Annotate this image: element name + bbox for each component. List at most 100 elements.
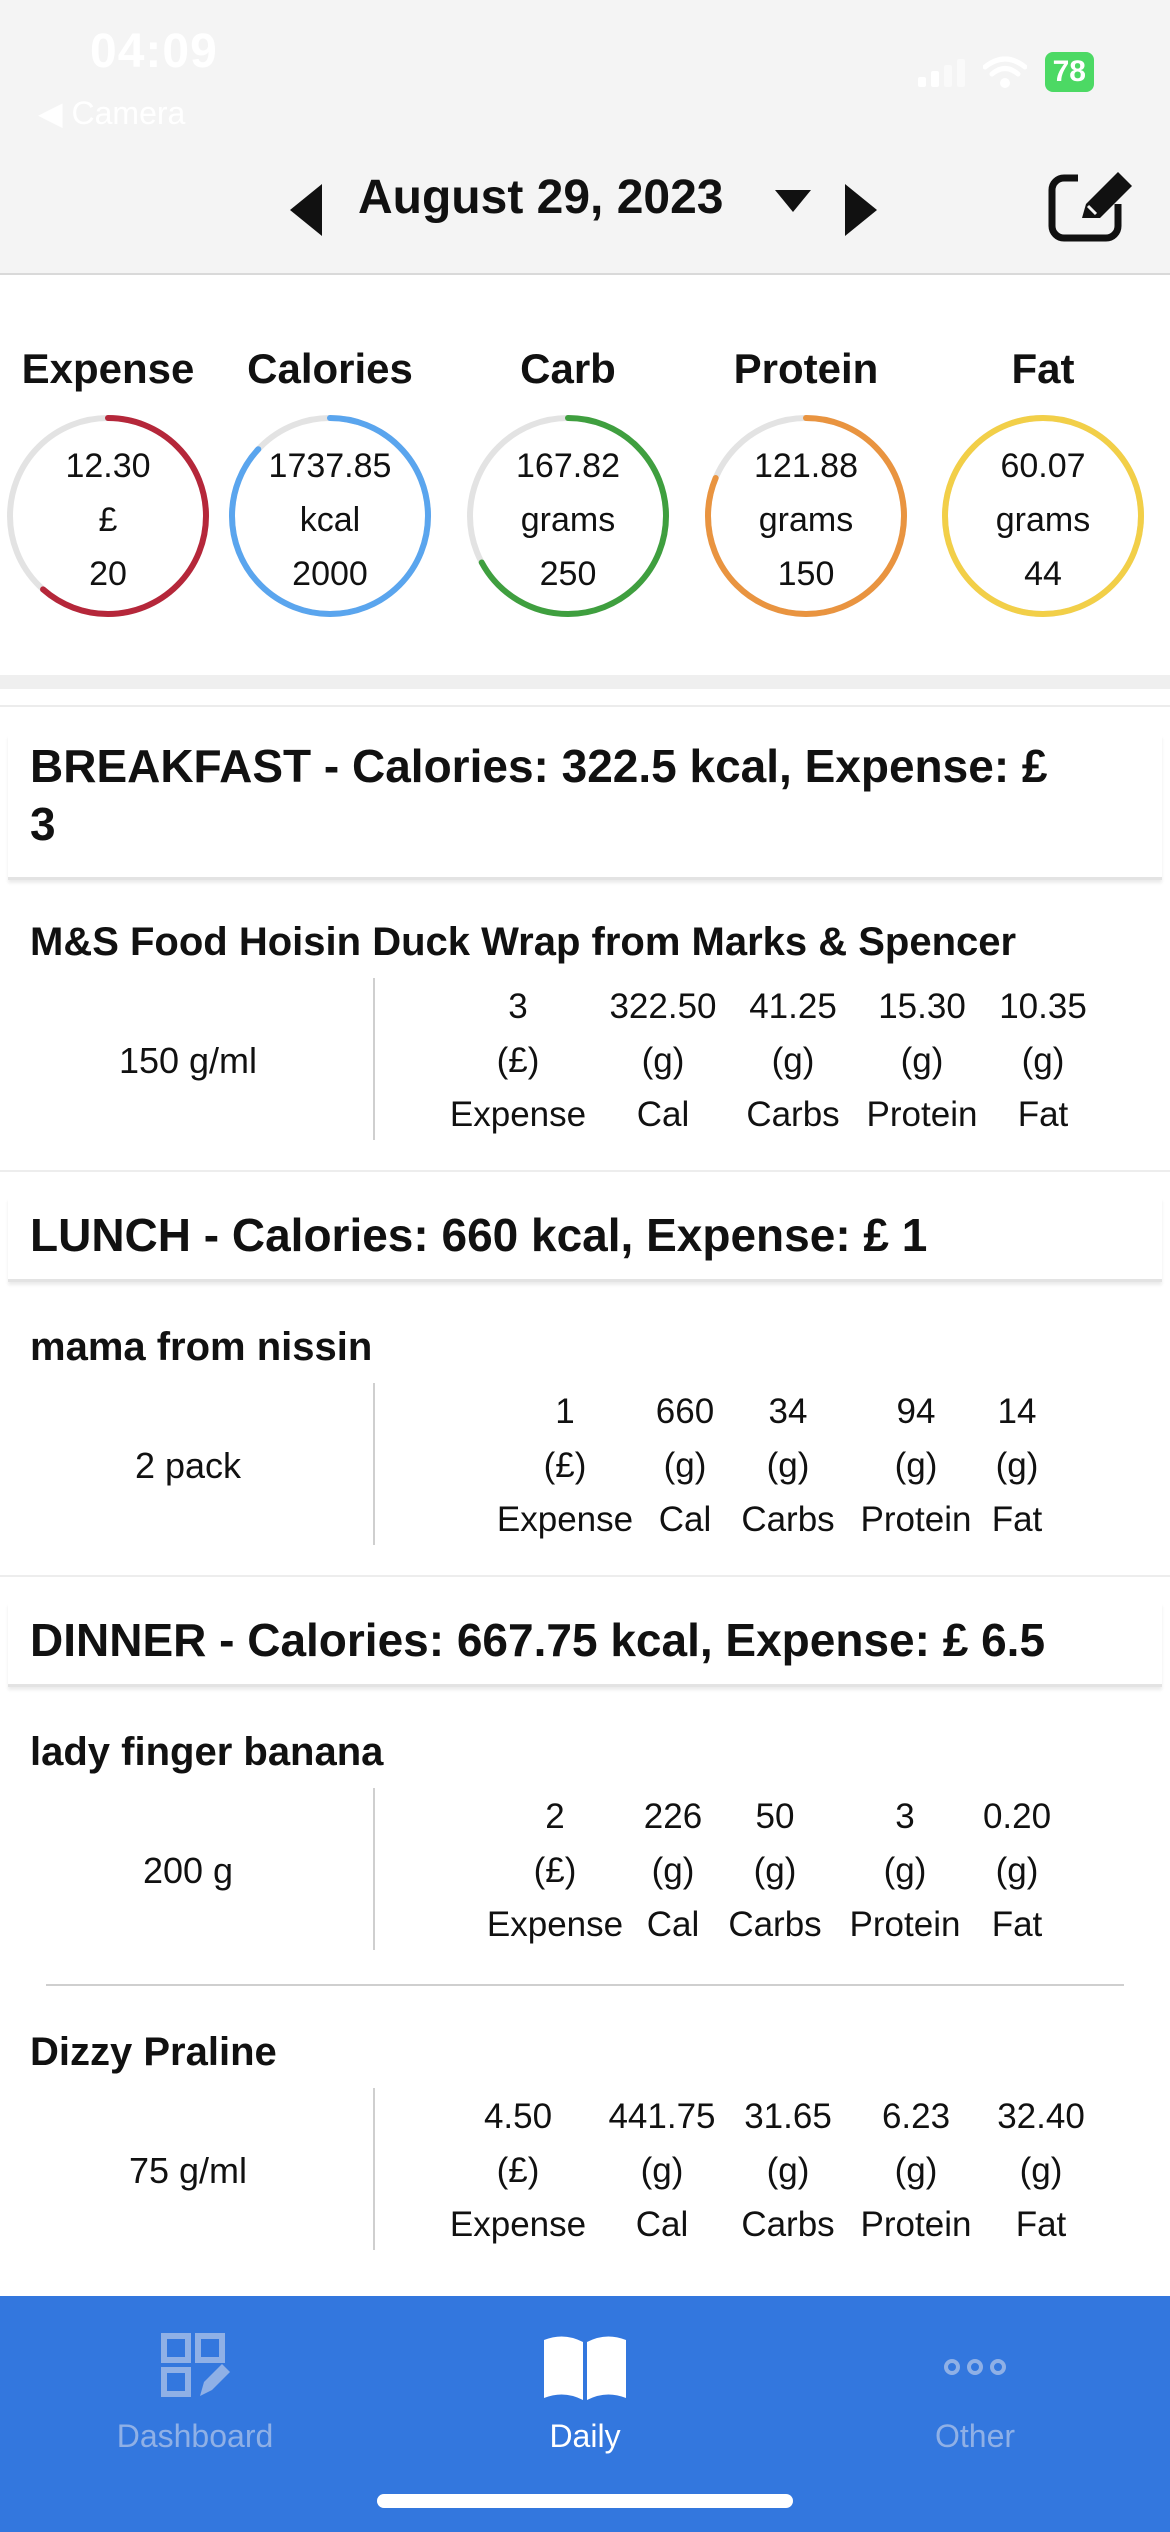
divider — [0, 675, 1170, 689]
macro-label: Protein — [866, 1095, 978, 1134]
summary-value: 12.30 — [65, 447, 151, 485]
macro-label: Cal — [635, 2205, 689, 2244]
wifi-icon — [982, 56, 1027, 88]
macro-unit: (£) — [496, 1041, 540, 1080]
food-name: mama from nissin — [30, 1325, 373, 1369]
macro-expense: 3 (£) Expense — [448, 980, 588, 1142]
macro-unit: (£) — [496, 2151, 540, 2190]
summary-protein: Protein 121.88 grams 150 — [701, 345, 911, 621]
breakfast-header-line2: 3 — [30, 798, 56, 850]
macro-unit: (g) — [766, 1446, 810, 1485]
divider — [0, 1575, 1170, 1577]
macro-value: 34 — [768, 1392, 808, 1431]
lunch-header[interactable]: LUNCH - Calories: 660 kcal, Expense: £ 1 — [8, 1198, 1162, 1282]
food-item-breakfast-0[interactable]: M&S Food Hoisin Duck Wrap from Marks & S… — [0, 920, 1170, 1140]
summary-unit: grams — [995, 501, 1091, 539]
summary-title: Carb — [520, 345, 616, 392]
macro-label: Protein — [860, 2205, 972, 2244]
divider — [373, 1788, 375, 1950]
summary-calories: Calories 1737.85 kcal 2000 — [225, 345, 435, 621]
food-quantity: 2 pack — [134, 1445, 242, 1486]
macro-label: Expense — [496, 1500, 634, 1539]
summary-target: 44 — [1024, 555, 1062, 593]
tab-label: Daily — [549, 2418, 621, 2454]
macro-value: 41.25 — [749, 987, 837, 1026]
summary-unit: grams — [758, 501, 854, 539]
macro-unit: (g) — [1021, 1041, 1065, 1080]
edit-icon[interactable] — [1048, 168, 1138, 244]
status-indicators: 78 — [917, 52, 1094, 92]
macro-value: 6.23 — [881, 2097, 951, 2136]
macro-unit: (g) — [641, 1041, 685, 1080]
summary-expense: Expense 12.30 £20 — [3, 345, 213, 621]
macro-value: 0.20 — [982, 1797, 1052, 1836]
food-item-lunch-0[interactable]: mama from nissin 2 pack 1 (£) Expense 660 (g… — [0, 1325, 1170, 1545]
macro-value: 10.35 — [999, 987, 1087, 1026]
macro-value: 4.50 — [483, 2097, 553, 2136]
macro-unit: (g) — [753, 1851, 797, 1890]
summary-title: Expense — [21, 345, 195, 392]
macro-unit: (g) — [894, 2151, 938, 2190]
macro-value: 441.75 — [608, 2097, 716, 2136]
status-time: 04:09 — [90, 25, 218, 78]
previous-day-button[interactable] — [290, 184, 322, 236]
macro-label: Carbs — [746, 1095, 840, 1134]
macro-protein: 15.30 (g) Protein — [852, 980, 992, 1142]
dinner-header[interactable]: DINNER - Calories: 667.75 kcal, Expense:… — [8, 1603, 1162, 1687]
tab-label: Dashboard — [116, 2418, 274, 2454]
macro-fat: 0.20 (g) Fat — [947, 1790, 1087, 1952]
progress-ring: 167.82 grams 250 — [463, 411, 673, 621]
divider — [0, 705, 1170, 707]
book-icon — [544, 2336, 626, 2400]
summary-unit: grams — [520, 501, 616, 539]
home-indicator[interactable] — [377, 2494, 793, 2508]
selected-date[interactable]: August 29, 2023 — [358, 170, 723, 225]
food-name: M&S Food Hoisin Duck Wrap from Marks & S… — [30, 920, 1017, 964]
macro-label: Expense — [449, 1095, 587, 1134]
macro-value: 50 — [755, 1797, 795, 1836]
header-bar: 04:09 ◀ Camera 78 August 29, 2023 — [0, 0, 1170, 275]
summary-title: Protein — [733, 345, 879, 392]
divider — [46, 1984, 1124, 1986]
summary-title: Calories — [247, 345, 413, 392]
macro-label: Fat — [1015, 2205, 1067, 2244]
summary-fat: Fat 60.07 grams 44 — [938, 345, 1148, 621]
macro-value: 14 — [997, 1392, 1037, 1431]
summary-target: 150 — [777, 555, 835, 593]
summary-target: 250 — [539, 555, 597, 593]
food-name: lady finger banana — [30, 1730, 384, 1774]
macro-label: Carbs — [728, 1905, 822, 1944]
more-dots-icon — [944, 2359, 1006, 2375]
macro-fat: 10.35 (g) Fat — [973, 980, 1113, 1142]
divider — [0, 1170, 1170, 1172]
macro-unit: (g) — [995, 1446, 1039, 1485]
summary-carb: Carb 167.82 grams 250 — [463, 345, 673, 621]
progress-ring: 1737.85 kcal 2000 — [225, 411, 435, 621]
macro-expense: 4.50 (£) Expense — [448, 2090, 588, 2252]
macro-value: 31.65 — [744, 2097, 832, 2136]
tab-dashboard[interactable]: Dashboard — [0, 2296, 390, 2476]
food-item-dinner-1[interactable]: Dizzy Praline 75 g/ml 4.50 (£) Expense 441.… — [0, 2030, 1170, 2250]
divider — [373, 2088, 375, 2250]
macro-unit: (g) — [640, 2151, 684, 2190]
macro-value: 1 — [555, 1392, 575, 1431]
daily-summary: Expense 12.30 £20 Calories 1737.85 kcal 2000 Ca… — [0, 285, 1170, 675]
macro-unit: (g) — [900, 1041, 944, 1080]
summary-value: 1737.85 — [268, 447, 392, 485]
date-picker-caret-icon[interactable] — [775, 190, 811, 212]
summary-target: 20 — [89, 555, 127, 593]
dashboard-icon — [161, 2333, 230, 2397]
summary-unit: kcal — [299, 501, 361, 539]
macro-carbs: 31.65 (g) Carbs — [718, 2090, 858, 2252]
macro-unit: (g) — [766, 2151, 810, 2190]
summary-value: 167.82 — [516, 447, 620, 485]
breakfast-header[interactable]: BREAKFAST - Calories: 322.5 kcal, Expens… — [8, 735, 1162, 880]
progress-ring: 121.88 grams 150 — [701, 411, 911, 621]
food-item-dinner-0[interactable]: lady finger banana 200 g 2 (£) Expense 226(… — [0, 1730, 1170, 1950]
macro-label: Carbs — [741, 2205, 835, 2244]
next-day-button[interactable] — [845, 184, 877, 236]
tab-daily[interactable]: Daily — [390, 2296, 780, 2476]
food-quantity: 75 g/ml — [128, 2150, 248, 2191]
back-to-camera-link[interactable]: ◀ Camera — [38, 94, 185, 132]
tab-other[interactable]: Other — [780, 2296, 1170, 2476]
